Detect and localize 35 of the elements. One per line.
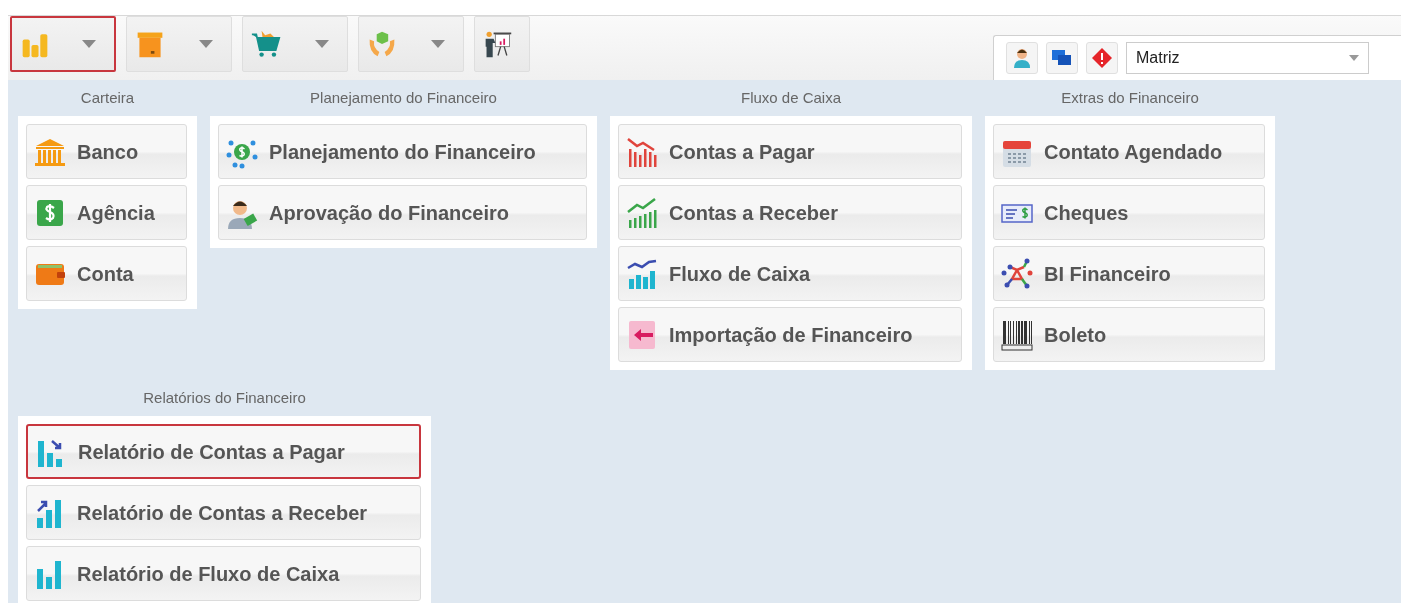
menu-item-button[interactable]: Relatório de Contas a Pagar [26,424,421,479]
menu-item-button[interactable]: Contas a Pagar [618,124,962,179]
menu-item-button[interactable]: Boleto [993,307,1265,362]
group-title: Planejamento do Financeiro [309,88,498,108]
group-title: Relatórios do Financeiro [142,388,307,408]
menu-item-button[interactable]: Relatório de Fluxo de Caixa [26,546,421,601]
menu-item-button[interactable]: Contato Agendado [993,124,1265,179]
menu-item-button[interactable]: Conta [26,246,187,301]
menu-item-button[interactable]: Cheques [993,185,1265,240]
menu-item-button[interactable]: Importação de Financeiro [618,307,962,362]
menu-item-button[interactable]: Contas a Receber [618,185,962,240]
group-title: Extras do Financeiro [1060,88,1200,108]
chat-button[interactable] [1046,42,1078,74]
alert-button[interactable] [1086,42,1118,74]
menu-item-button[interactable]: Banco [26,124,187,179]
user-button[interactable] [1006,42,1038,74]
module-button[interactable] [10,16,116,72]
chat-icon [1052,50,1072,66]
group-title: Fluxo de Caixa [739,88,843,108]
menu-item-button[interactable]: Agência [26,185,187,240]
group-title: Carteira [79,88,136,108]
menu-item-button[interactable]: BI Financeiro [993,246,1265,301]
menu-item-button[interactable]: Planejamento do Financeiro [218,124,587,179]
company-select[interactable]: Matriz [1126,42,1369,74]
menu-item-button[interactable]: Relatório de Contas a Receber [26,485,421,540]
cart-icon [251,29,281,59]
caret-icon [1349,55,1359,61]
molecule-icon [1000,256,1034,291]
warning-icon [1091,47,1113,69]
menu-item-button[interactable]: Fluxo de Caixa [618,246,962,301]
menu-item-button[interactable]: Aprovação do Financeiro [218,185,587,240]
hands-box-icon [367,29,397,59]
presentation-icon [483,29,513,59]
rising-chart-icon [625,195,659,230]
person-icon [1013,48,1031,68]
